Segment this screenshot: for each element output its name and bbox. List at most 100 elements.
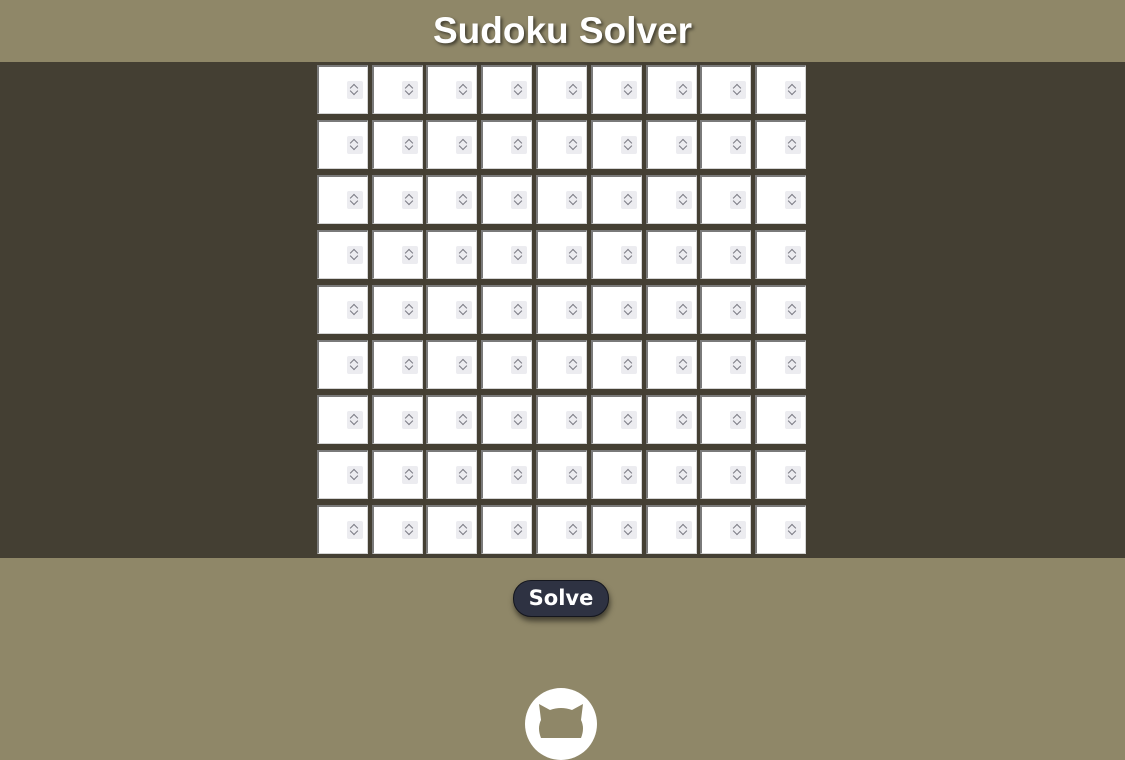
number-stepper[interactable] (730, 81, 746, 99)
number-stepper[interactable] (456, 411, 472, 429)
sudoku-cell-input[interactable] (317, 230, 368, 279)
sudoku-cell-input[interactable] (700, 395, 751, 444)
sudoku-cell-input[interactable] (426, 175, 477, 224)
sudoku-cell-input[interactable] (317, 395, 368, 444)
number-stepper[interactable] (511, 521, 527, 539)
number-stepper[interactable] (676, 191, 692, 209)
number-stepper[interactable] (730, 191, 746, 209)
number-stepper[interactable] (456, 191, 472, 209)
number-stepper[interactable] (785, 411, 801, 429)
number-stepper[interactable] (730, 411, 746, 429)
number-stepper[interactable] (785, 466, 801, 484)
number-stepper[interactable] (402, 356, 418, 374)
number-stepper[interactable] (566, 246, 582, 264)
solve-button[interactable]: Solve (513, 580, 609, 617)
sudoku-cell-input[interactable] (536, 285, 587, 334)
sudoku-cell-input[interactable] (481, 120, 532, 169)
sudoku-cell-input[interactable] (755, 450, 806, 499)
number-stepper[interactable] (621, 136, 637, 154)
sudoku-cell-input[interactable] (755, 65, 806, 114)
number-stepper[interactable] (730, 301, 746, 319)
number-stepper[interactable] (730, 356, 746, 374)
sudoku-cell-input[interactable] (372, 505, 423, 554)
sudoku-cell-input[interactable] (372, 230, 423, 279)
sudoku-cell-input[interactable] (372, 340, 423, 389)
number-stepper[interactable] (402, 301, 418, 319)
sudoku-cell-input[interactable] (481, 450, 532, 499)
number-stepper[interactable] (785, 246, 801, 264)
sudoku-cell-input[interactable] (591, 120, 642, 169)
sudoku-cell-input[interactable] (536, 340, 587, 389)
sudoku-cell-input[interactable] (591, 175, 642, 224)
number-stepper[interactable] (621, 521, 637, 539)
sudoku-cell-input[interactable] (536, 395, 587, 444)
number-stepper[interactable] (676, 81, 692, 99)
sudoku-cell-input[interactable] (481, 175, 532, 224)
number-stepper[interactable] (456, 136, 472, 154)
number-stepper[interactable] (456, 246, 472, 264)
sudoku-cell-input[interactable] (755, 340, 806, 389)
sudoku-cell-input[interactable] (317, 285, 368, 334)
sudoku-cell-input[interactable] (755, 120, 806, 169)
github-icon[interactable] (525, 688, 597, 760)
sudoku-cell-input[interactable] (646, 505, 697, 554)
sudoku-cell-input[interactable] (372, 120, 423, 169)
sudoku-cell-input[interactable] (646, 450, 697, 499)
number-stepper[interactable] (402, 521, 418, 539)
number-stepper[interactable] (676, 411, 692, 429)
number-stepper[interactable] (676, 136, 692, 154)
number-stepper[interactable] (621, 81, 637, 99)
sudoku-cell-input[interactable] (426, 65, 477, 114)
sudoku-cell-input[interactable] (646, 65, 697, 114)
number-stepper[interactable] (785, 191, 801, 209)
sudoku-cell-input[interactable] (755, 505, 806, 554)
number-stepper[interactable] (347, 301, 363, 319)
sudoku-cell-input[interactable] (372, 450, 423, 499)
sudoku-cell-input[interactable] (317, 505, 368, 554)
sudoku-cell-input[interactable] (646, 340, 697, 389)
sudoku-cell-input[interactable] (646, 395, 697, 444)
number-stepper[interactable] (621, 246, 637, 264)
sudoku-cell-input[interactable] (536, 120, 587, 169)
number-stepper[interactable] (621, 411, 637, 429)
number-stepper[interactable] (511, 466, 527, 484)
sudoku-cell-input[interactable] (755, 175, 806, 224)
number-stepper[interactable] (402, 81, 418, 99)
sudoku-cell-input[interactable] (591, 450, 642, 499)
sudoku-cell-input[interactable] (646, 285, 697, 334)
number-stepper[interactable] (676, 521, 692, 539)
sudoku-cell-input[interactable] (646, 175, 697, 224)
number-stepper[interactable] (402, 191, 418, 209)
sudoku-cell-input[interactable] (700, 175, 751, 224)
number-stepper[interactable] (785, 521, 801, 539)
number-stepper[interactable] (676, 466, 692, 484)
number-stepper[interactable] (785, 81, 801, 99)
number-stepper[interactable] (730, 246, 746, 264)
sudoku-cell-input[interactable] (481, 285, 532, 334)
number-stepper[interactable] (456, 356, 472, 374)
sudoku-cell-input[interactable] (426, 230, 477, 279)
sudoku-cell-input[interactable] (481, 340, 532, 389)
number-stepper[interactable] (566, 191, 582, 209)
sudoku-cell-input[interactable] (536, 450, 587, 499)
number-stepper[interactable] (730, 466, 746, 484)
sudoku-cell-input[interactable] (317, 65, 368, 114)
number-stepper[interactable] (730, 136, 746, 154)
number-stepper[interactable] (347, 356, 363, 374)
number-stepper[interactable] (402, 246, 418, 264)
number-stepper[interactable] (785, 136, 801, 154)
sudoku-cell-input[interactable] (646, 230, 697, 279)
number-stepper[interactable] (402, 411, 418, 429)
number-stepper[interactable] (676, 301, 692, 319)
sudoku-cell-input[interactable] (646, 120, 697, 169)
sudoku-cell-input[interactable] (700, 120, 751, 169)
sudoku-cell-input[interactable] (591, 65, 642, 114)
number-stepper[interactable] (511, 81, 527, 99)
number-stepper[interactable] (456, 466, 472, 484)
sudoku-cell-input[interactable] (700, 65, 751, 114)
sudoku-cell-input[interactable] (481, 230, 532, 279)
sudoku-cell-input[interactable] (317, 120, 368, 169)
number-stepper[interactable] (456, 521, 472, 539)
number-stepper[interactable] (456, 301, 472, 319)
number-stepper[interactable] (566, 466, 582, 484)
